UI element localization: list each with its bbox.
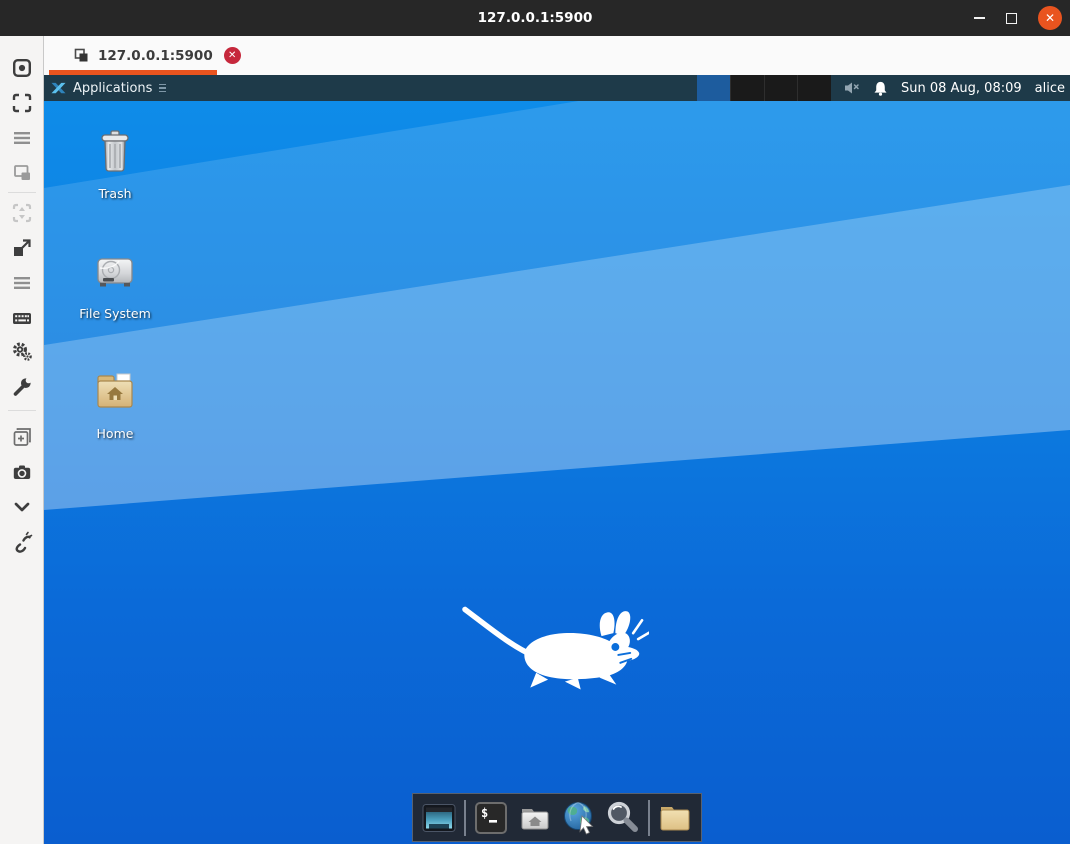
options-menu-icon[interactable] — [11, 127, 33, 149]
maximize-button[interactable] — [1006, 13, 1017, 24]
workspace-1[interactable] — [697, 75, 730, 101]
toolbar-divider — [8, 410, 36, 411]
new-connection-icon[interactable] — [11, 426, 33, 448]
workspace-switcher — [697, 75, 831, 101]
disconnect-icon[interactable] — [11, 531, 33, 553]
notifications-bell-icon[interactable] — [873, 81, 888, 96]
applications-label: Applications — [73, 81, 152, 96]
remmina-window: 127.0.0.1:5900 ✕ 127.0.0.1:5900 ✕ — [0, 0, 1070, 844]
dock-separator — [648, 800, 650, 836]
volume-muted-icon[interactable] — [844, 81, 860, 95]
file-manager-icon[interactable] — [516, 799, 554, 837]
application-finder-icon[interactable] — [604, 799, 642, 837]
dock-panel: $ — [412, 793, 702, 842]
close-button[interactable]: ✕ — [1038, 6, 1062, 30]
xfce-mouse-logo — [461, 603, 649, 691]
desktop-icon-home[interactable]: Home — [83, 367, 147, 441]
resize-fit-icon[interactable] — [11, 57, 33, 79]
desktop-icon-label: File System — [79, 306, 151, 321]
web-browser-icon[interactable] — [560, 799, 598, 837]
tab-title: 127.0.0.1:5900 — [98, 48, 213, 64]
titlebar: 127.0.0.1:5900 ✕ — [0, 0, 1070, 36]
menu-indicator-icon — [159, 84, 166, 93]
panel-clock[interactable]: Sun 08 Aug, 08:09 — [901, 81, 1022, 96]
tab-close-button[interactable]: ✕ — [224, 47, 241, 64]
folder-icon[interactable] — [656, 799, 694, 837]
dock-separator — [464, 800, 466, 836]
svg-text:$: $ — [481, 806, 488, 820]
minimize-button[interactable] — [974, 17, 985, 19]
scale-window-icon[interactable] — [11, 237, 33, 259]
desktop-icon-label: Trash — [98, 186, 131, 201]
preferences-icon[interactable] — [11, 341, 33, 363]
workspace-3[interactable] — [764, 75, 798, 101]
xfce-top-panel: Applications Sun 08 Aug, 08:09 — [44, 75, 1070, 101]
trash-icon — [91, 127, 139, 175]
keyboard-grab-icon[interactable] — [11, 307, 33, 329]
vnc-desktop-view: Applications Sun 08 Aug, 08:09 — [44, 75, 1070, 844]
window-title: 127.0.0.1:5900 — [0, 10, 1070, 26]
workspace-4[interactable] — [797, 75, 831, 101]
fullscreen-icon[interactable] — [11, 92, 33, 114]
tab-bar: 127.0.0.1:5900 ✕ — [44, 36, 1070, 75]
keystrokes-menu-icon[interactable] — [11, 272, 33, 294]
desktop-icon-file-system[interactable]: File System — [83, 247, 147, 321]
minimize-toolbar-icon[interactable] — [11, 496, 33, 518]
applications-menu-button[interactable]: Applications — [44, 75, 174, 101]
terminal-icon[interactable]: $ — [472, 799, 510, 837]
desktop-icon-trash[interactable]: Trash — [83, 127, 147, 201]
desktop-icon-label: Home — [97, 426, 134, 441]
tools-icon[interactable] — [11, 376, 33, 398]
desktop-wallpaper: Trash — [44, 101, 1070, 844]
scaled-mode-icon[interactable] — [11, 202, 33, 224]
show-desktop-icon[interactable] — [420, 799, 458, 837]
hard-drive-icon — [91, 247, 139, 295]
dynamic-resolution-icon[interactable] — [11, 162, 33, 184]
panel-username[interactable]: alice — [1035, 81, 1065, 96]
remmina-toolbar — [0, 36, 44, 844]
xfce-logo-icon — [51, 81, 66, 96]
toolbar-divider — [8, 192, 36, 193]
workspace-2[interactable] — [730, 75, 764, 101]
home-folder-icon — [91, 367, 139, 415]
screenshot-icon[interactable] — [11, 461, 33, 483]
connection-tab-icon — [73, 47, 90, 64]
